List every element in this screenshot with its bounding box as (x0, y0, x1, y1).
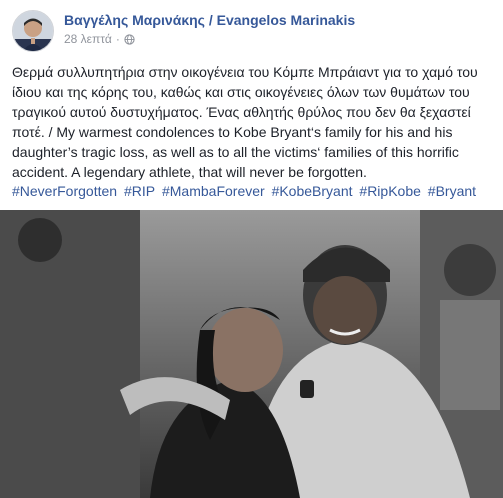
avatar-photo (13, 11, 53, 51)
post-meta: Βαγγέλης Μαρινάκης / Evangelos Marinakis… (64, 12, 355, 46)
separator-dot: · (115, 32, 120, 46)
hashtag-link[interactable]: #KobeBryant (272, 183, 353, 199)
hashtag-link[interactable]: #MambaForever (162, 183, 265, 199)
post-time[interactable]: 28 λεπτά (64, 32, 112, 46)
post-timestamp-row: 28 λεπτά · (64, 32, 355, 46)
author-avatar[interactable] (12, 10, 54, 52)
post-photo[interactable] (0, 210, 503, 498)
hashtag-link[interactable]: #Bryant (428, 183, 476, 199)
post-text: Θερμά συλλυπητήρια στην οικογένεια του Κ… (12, 64, 478, 180)
hashtag-link[interactable]: #NeverForgotten (12, 183, 117, 199)
photo-illustration (0, 210, 503, 498)
hashtag-link[interactable]: #RipKobe (359, 183, 421, 199)
hashtag-list: #NeverForgotten #RIP #MambaForever #Kobe… (12, 181, 494, 201)
facebook-post: Βαγγέλης Μαρινάκης / Evangelos Marinakis… (0, 0, 503, 498)
globe-icon[interactable] (124, 33, 135, 45)
author-name[interactable]: Βαγγέλης Μαρινάκης / Evangelos Marinakis (64, 12, 355, 28)
post-header: Βαγγέλης Μαρινάκης / Evangelos Marinakis… (12, 10, 355, 54)
hashtag-link[interactable]: #RIP (124, 183, 155, 199)
